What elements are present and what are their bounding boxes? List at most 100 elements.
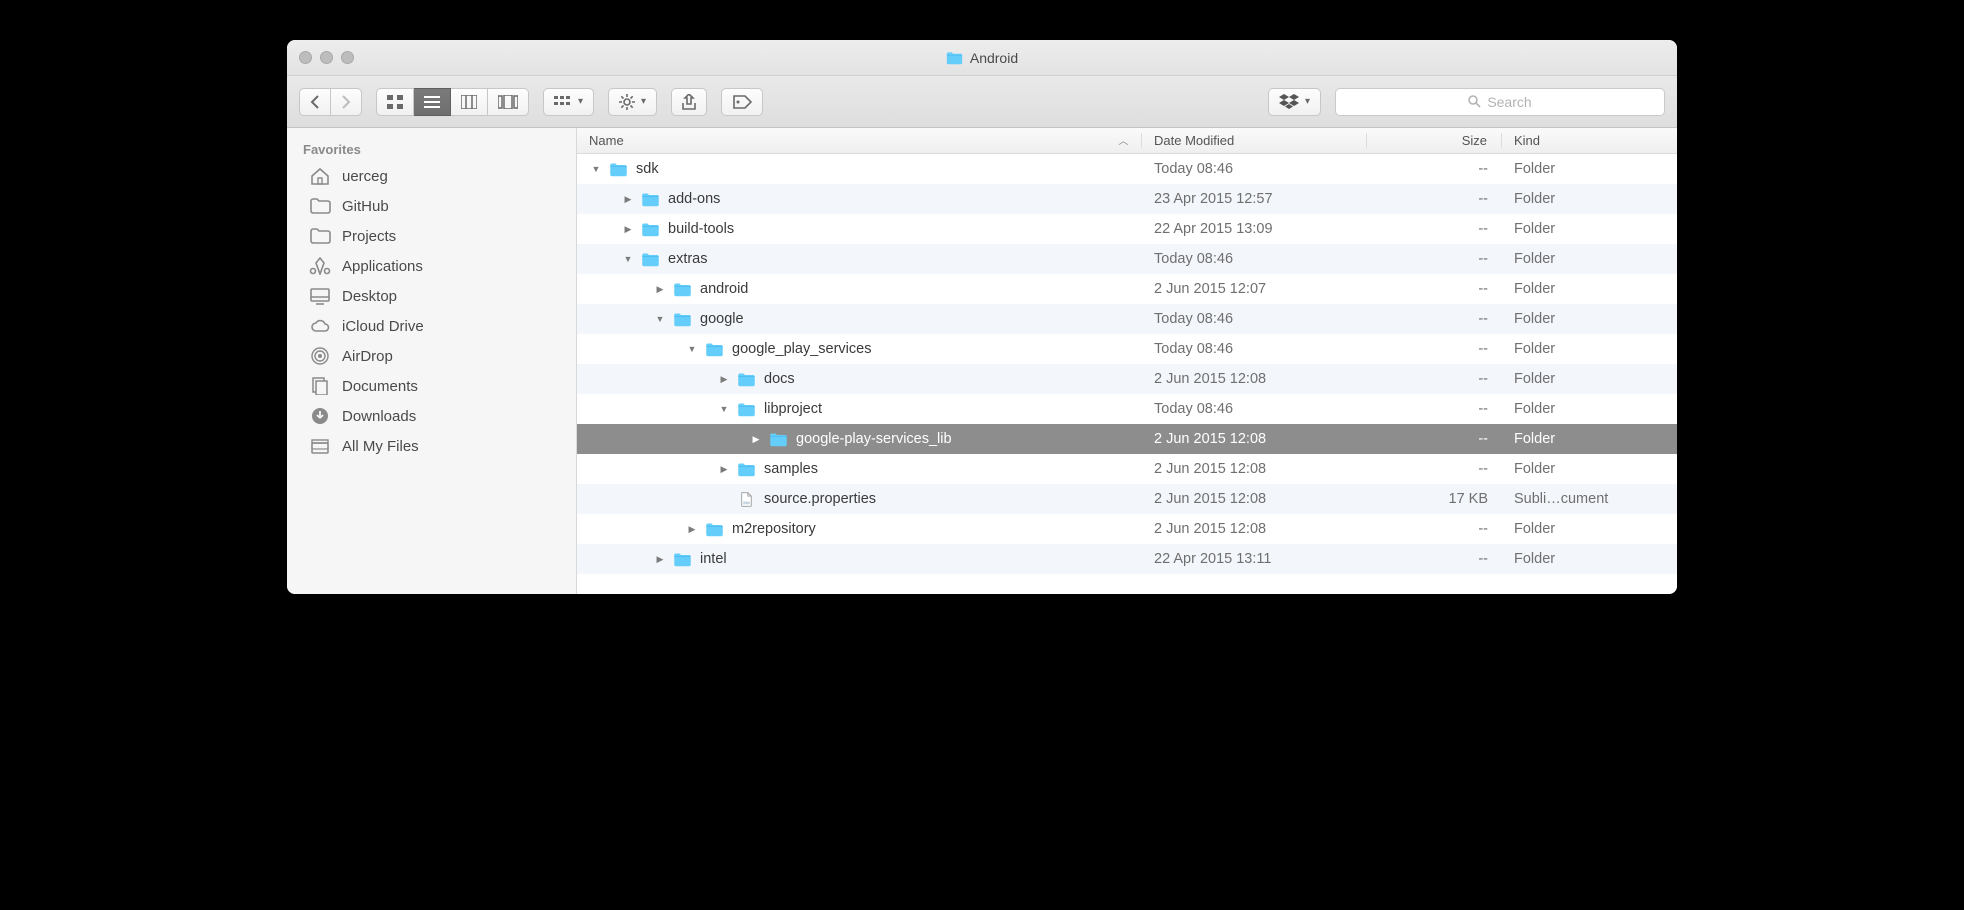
file-date: Today 08:46: [1142, 251, 1367, 267]
sidebar-item-all-my-files[interactable]: All My Files: [287, 431, 576, 461]
folder-icon: [737, 372, 756, 387]
file-row[interactable]: ▶ android 2 Jun 2015 12:07 -- Folder: [577, 274, 1677, 304]
file-name: docs: [764, 371, 795, 387]
file-list: Name 〈 Date Modified Size Kind ▼ sdk Tod…: [577, 128, 1677, 594]
back-button[interactable]: [299, 88, 331, 116]
sidebar-item-projects[interactable]: Projects: [287, 221, 576, 251]
dropbox-button[interactable]: ▾: [1268, 88, 1321, 116]
folder-icon: [641, 222, 660, 237]
disclosure-triangle[interactable]: ▶: [623, 194, 633, 205]
disclosure-triangle[interactable]: ▶: [719, 464, 729, 475]
file-row[interactable]: ▶ build-tools 22 Apr 2015 13:09 -- Folde…: [577, 214, 1677, 244]
disclosure-triangle[interactable]: ▶: [687, 524, 697, 535]
icon-view-button[interactable]: [376, 88, 414, 116]
disclosure-triangle[interactable]: ▶: [655, 284, 665, 295]
folder-icon: [705, 522, 724, 537]
file-row[interactable]: ▶ add-ons 23 Apr 2015 12:57 -- Folder: [577, 184, 1677, 214]
file-kind: Folder: [1502, 371, 1677, 387]
file-size: --: [1367, 551, 1502, 567]
folder-icon: [737, 402, 756, 417]
file-row[interactable]: ▼ libproject Today 08:46 -- Folder: [577, 394, 1677, 424]
minimize-window-button[interactable]: [320, 51, 333, 64]
file-row[interactable]: ▶ samples 2 Jun 2015 12:08 -- Folder: [577, 454, 1677, 484]
airdrop-icon: [309, 347, 331, 365]
sidebar-item-applications[interactable]: Applications: [287, 251, 576, 281]
action-button[interactable]: ▾: [608, 88, 657, 116]
documents-icon: [309, 377, 331, 395]
file-size: --: [1367, 161, 1502, 177]
file-date: 23 Apr 2015 12:57: [1142, 191, 1367, 207]
file-name: google_play_services: [732, 341, 871, 357]
forward-button[interactable]: [331, 88, 362, 116]
file-row[interactable]: ▼ google Today 08:46 -- Folder: [577, 304, 1677, 334]
file-name: android: [700, 281, 748, 297]
file-name: google: [700, 311, 744, 327]
sidebar-item-documents[interactable]: Documents: [287, 371, 576, 401]
disclosure-triangle[interactable]: ▶: [655, 554, 665, 565]
file-size: --: [1367, 191, 1502, 207]
sidebar-item-desktop[interactable]: Desktop: [287, 281, 576, 311]
file-kind: Folder: [1502, 431, 1677, 447]
disclosure-triangle[interactable]: ▼: [687, 344, 697, 354]
cloud-icon: [309, 317, 331, 335]
sidebar-item-downloads[interactable]: Downloads: [287, 401, 576, 431]
window-body: Favorites uercegGitHubProjectsApplicatio…: [287, 128, 1677, 594]
folder-icon: [641, 252, 660, 267]
file-date: 2 Jun 2015 12:08: [1142, 431, 1367, 447]
file-row[interactable]: ▶ m2repository 2 Jun 2015 12:08 -- Folde…: [577, 514, 1677, 544]
file-row[interactable]: ▶ docs 2 Jun 2015 12:08 -- Folder: [577, 364, 1677, 394]
search-field[interactable]: Search: [1335, 88, 1665, 116]
view-mode-buttons: [376, 88, 529, 116]
file-date: Today 08:46: [1142, 161, 1367, 177]
disclosure-triangle[interactable]: ▼: [719, 404, 729, 414]
sidebar-item-label: Projects: [342, 228, 396, 245]
file-date: 2 Jun 2015 12:08: [1142, 521, 1367, 537]
disclosure-triangle[interactable]: ▶: [623, 224, 633, 235]
share-button[interactable]: [671, 88, 707, 116]
tags-button[interactable]: [721, 88, 763, 116]
disclosure-triangle[interactable]: ▼: [655, 314, 665, 324]
file-kind: Folder: [1502, 311, 1677, 327]
sidebar-item-airdrop[interactable]: AirDrop: [287, 341, 576, 371]
folder-icon: [737, 462, 756, 477]
file-name: extras: [668, 251, 708, 267]
file-row[interactable]: ▼ google_play_services Today 08:46 -- Fo…: [577, 334, 1677, 364]
file-row[interactable]: ▶ intel 22 Apr 2015 13:11 -- Folder: [577, 544, 1677, 574]
file-size: --: [1367, 311, 1502, 327]
file-row[interactable]: source.properties 2 Jun 2015 12:08 17 KB…: [577, 484, 1677, 514]
file-date: 2 Jun 2015 12:07: [1142, 281, 1367, 297]
list-view-button[interactable]: [414, 88, 451, 116]
disclosure-triangle[interactable]: ▶: [719, 374, 729, 385]
folder-icon: [705, 342, 724, 357]
file-kind: Subli…cument: [1502, 491, 1677, 507]
column-size[interactable]: Size: [1367, 133, 1502, 148]
file-size: --: [1367, 281, 1502, 297]
disclosure-triangle[interactable]: ▼: [623, 254, 633, 264]
column-date[interactable]: Date Modified: [1142, 133, 1367, 148]
disclosure-triangle[interactable]: ▶: [751, 434, 761, 445]
sidebar-item-github[interactable]: GitHub: [287, 191, 576, 221]
sidebar-item-uerceg[interactable]: uerceg: [287, 161, 576, 191]
file-date: 2 Jun 2015 12:08: [1142, 461, 1367, 477]
file-row[interactable]: ▼ extras Today 08:46 -- Folder: [577, 244, 1677, 274]
sidebar-item-label: All My Files: [342, 438, 419, 455]
file-size: --: [1367, 521, 1502, 537]
column-view-button[interactable]: [451, 88, 488, 116]
file-row[interactable]: ▶ google-play-services_lib 2 Jun 2015 12…: [577, 424, 1677, 454]
downloads-icon: [309, 407, 331, 425]
file-row[interactable]: ▼ sdk Today 08:46 -- Folder: [577, 154, 1677, 184]
column-name[interactable]: Name 〈: [577, 133, 1142, 148]
search-icon: [1468, 95, 1481, 108]
file-size: --: [1367, 371, 1502, 387]
zoom-window-button[interactable]: [341, 51, 354, 64]
sidebar-item-icloud-drive[interactable]: iCloud Drive: [287, 311, 576, 341]
coverflow-view-button[interactable]: [488, 88, 529, 116]
finder-window: Android ▾ ▾: [287, 40, 1677, 594]
arrange-button[interactable]: ▾: [543, 88, 594, 116]
disclosure-triangle[interactable]: ▼: [591, 164, 601, 174]
close-window-button[interactable]: [299, 51, 312, 64]
file-name: samples: [764, 461, 818, 477]
column-kind[interactable]: Kind: [1502, 133, 1677, 148]
file-date: Today 08:46: [1142, 341, 1367, 357]
dropbox-icon: [1279, 94, 1299, 110]
